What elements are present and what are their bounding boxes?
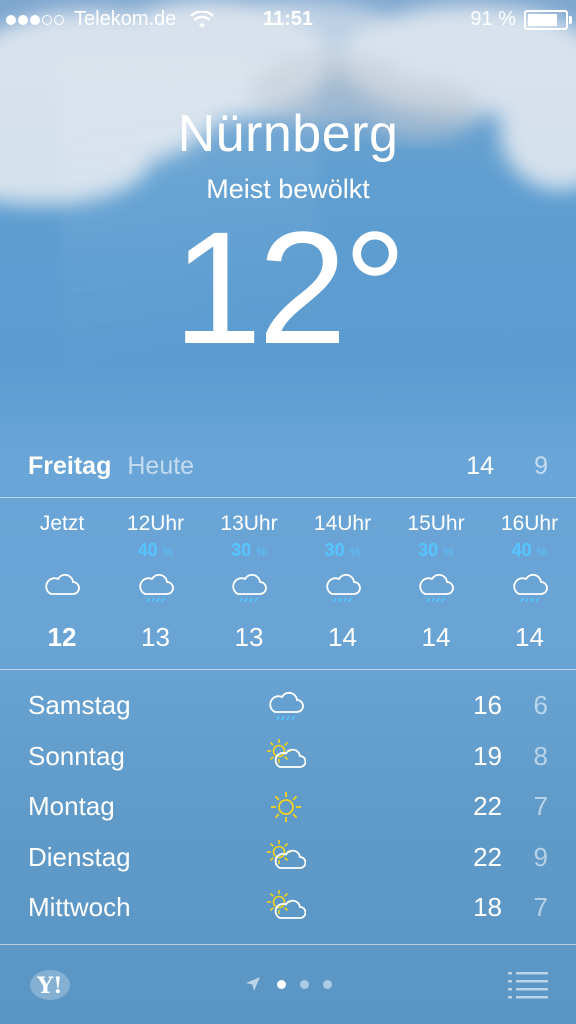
page-indicator[interactable]	[0, 976, 576, 992]
city-list-icon[interactable]	[508, 970, 548, 1000]
page-dot[interactable]	[276, 979, 286, 989]
hourly-time: 15Uhr	[407, 512, 465, 535]
cloud-rain-icon	[391, 564, 481, 612]
battery-tip	[569, 15, 572, 24]
day-high: 18	[473, 892, 502, 922]
hourly-time: 12Uhr	[126, 512, 185, 535]
hourly-temperature: 13	[234, 622, 264, 652]
daily-row: Dienstag 22 9	[0, 836, 576, 880]
today-low: 9	[534, 451, 548, 480]
cloud-rain-icon	[485, 564, 575, 612]
hourly-item: Jetzt 12	[17, 512, 107, 653]
hourly-time: 16Uhr	[500, 512, 559, 535]
hourly-item: 16Uhr 40 % 14	[485, 512, 575, 653]
cloud-icon	[17, 564, 107, 612]
partly-sunny-icon	[262, 735, 310, 779]
battery-icon	[524, 9, 572, 30]
daily-row: Mittwoch 18 7	[0, 886, 576, 930]
day-name: Mittwoch	[28, 892, 131, 922]
daily-row: Samstag 16 6	[0, 684, 576, 728]
precipitation-chance: 30 %	[418, 540, 454, 560]
hourly-temperature: 14	[328, 622, 357, 652]
precipitation-chance	[17, 540, 107, 564]
battery-percent: 91 %	[470, 8, 516, 30]
precipitation-chance: 30 %	[324, 540, 361, 560]
precipitation-unit: %	[162, 545, 174, 559]
hourly-temperature: 14	[515, 622, 544, 652]
today-label: Heute	[127, 451, 195, 480]
day-low: 8	[533, 740, 548, 771]
divider	[0, 944, 576, 945]
daily-row: Sonntag 19 8	[0, 735, 576, 779]
hourly-item: 14Uhr 30 % 14	[298, 512, 388, 653]
day-high: 22	[473, 841, 502, 872]
today-high: 14	[466, 451, 494, 480]
day-low: 6	[533, 690, 548, 720]
current-temperature-value: 12°	[173, 198, 407, 377]
precipitation-unit: %	[349, 545, 361, 559]
cloud-rain-icon	[204, 564, 294, 612]
day-high: 22	[473, 791, 502, 821]
bottom-bar: Y!	[0, 948, 576, 1024]
hourly-temperature: 14	[421, 622, 451, 652]
day-high: 19	[473, 740, 502, 771]
hourly-temperature: 13	[141, 622, 170, 652]
current-temperature: 12°	[0, 208, 576, 368]
hourly-forecast[interactable]: Jetzt 12 12Uhr 40 % 13 13Uhr 30 % 13 14Uhr 30 %…	[0, 512, 576, 662]
day-name: Dienstag	[28, 841, 131, 872]
page-dot[interactable]	[322, 979, 332, 989]
hourly-time: 13Uhr	[220, 512, 278, 535]
hourly-time: Jetzt	[39, 512, 85, 535]
status-right: 91 %	[470, 8, 572, 31]
divider	[0, 669, 576, 670]
day-low: 7	[533, 892, 548, 922]
sun-icon	[262, 785, 310, 829]
day-name: Sonntag	[28, 740, 125, 771]
partly-sunny-icon	[262, 886, 310, 930]
precipitation-unit: %	[256, 545, 267, 559]
day-name: Montag	[28, 791, 115, 821]
divider	[0, 497, 576, 498]
today-summary: Freitag Heute 14 9	[28, 448, 548, 484]
page-dots	[276, 979, 332, 989]
battery-fill	[528, 13, 557, 26]
hourly-item: 12Uhr 40 % 13	[111, 512, 201, 653]
precipitation-unit: %	[443, 545, 454, 559]
day-low: 7	[533, 791, 548, 821]
cloud-rain-icon	[111, 564, 201, 612]
precipitation-chance: 40 %	[137, 540, 174, 560]
daily-row: Montag 22 7	[0, 785, 576, 829]
hourly-item: 13Uhr 30 % 13	[204, 512, 294, 653]
precipitation-chance: 30 %	[231, 540, 267, 560]
precipitation-chance: 40 %	[511, 540, 548, 560]
cloud-rain-icon	[262, 684, 310, 728]
hourly-item: 15Uhr 30 % 14	[391, 512, 481, 653]
today-day: Freitag	[28, 451, 112, 480]
location-arrow-icon	[245, 977, 260, 991]
city-name: Nürnberg	[177, 105, 399, 163]
cloud-rain-icon	[298, 564, 388, 612]
day-name: Samstag	[28, 690, 131, 720]
precipitation-unit: %	[536, 545, 548, 559]
status-bar: Telekom.de 11:51 91 %	[0, 0, 576, 38]
day-high: 16	[473, 690, 502, 720]
partly-sunny-icon	[262, 836, 310, 880]
hourly-temperature: 12	[47, 622, 77, 652]
page-dot[interactable]	[299, 979, 309, 989]
hourly-time: 14Uhr	[313, 512, 372, 535]
day-low: 9	[533, 841, 548, 872]
